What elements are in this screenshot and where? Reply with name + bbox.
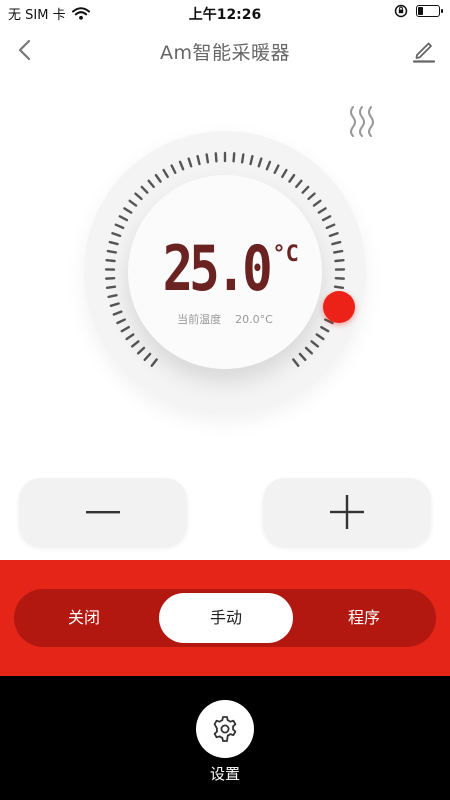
dial-tick — [232, 152, 236, 163]
plus-icon — [330, 495, 364, 529]
dial-tick — [295, 179, 303, 189]
dial-knob-handle[interactable] — [323, 291, 355, 323]
dial-tick — [273, 164, 280, 174]
dial-tick — [123, 207, 133, 214]
dial-tick — [320, 325, 330, 333]
dial-tick — [143, 352, 152, 362]
dial-tick — [118, 215, 129, 222]
dial-tick — [257, 157, 263, 168]
status-right — [394, 4, 443, 18]
dial-tick — [315, 333, 325, 341]
dial-tick — [292, 358, 300, 367]
current-temperature-label: 当前温度 — [177, 313, 222, 326]
dial-tick — [301, 185, 310, 194]
dial-tick — [304, 346, 314, 355]
dial-tick — [281, 168, 288, 179]
dial-tick — [120, 325, 130, 333]
mode-manual-tab[interactable]: 手动 — [159, 593, 293, 643]
dial-tick — [298, 352, 307, 362]
pencil-icon[interactable] — [410, 36, 438, 64]
mode-panel: 关闭 手动 程序 — [0, 560, 450, 676]
set-temperature-value: 25.0 — [162, 232, 273, 305]
current-temperature-value: 20.0°C — [235, 313, 273, 326]
dial-tick — [325, 223, 336, 230]
increase-temperature-button[interactable] — [263, 478, 431, 546]
gear-icon — [213, 716, 237, 742]
dial-tick — [134, 192, 143, 201]
dial-tick — [130, 340, 140, 348]
dial-tick — [125, 333, 135, 341]
dial-tick — [249, 154, 254, 166]
mode-selector: 关闭 手动 程序 — [14, 589, 436, 647]
minus-icon — [86, 511, 120, 514]
dial-tick — [307, 192, 316, 201]
set-temperature-unit: °C — [272, 242, 299, 267]
dial-tick — [288, 173, 296, 183]
settings-label: 设置 — [209, 765, 240, 783]
dial-tick — [310, 340, 320, 348]
set-temperature-display: 25.0 °C — [0, 232, 450, 305]
nav-bar: Am智能采暖器 — [0, 28, 450, 72]
current-temperature: 当前温度 20.0°C — [0, 311, 450, 327]
dial-tick — [196, 154, 201, 166]
dial-tick — [187, 157, 193, 168]
dial-tick — [321, 215, 332, 222]
settings-button[interactable] — [196, 700, 254, 758]
dial-tick — [170, 164, 177, 174]
orientation-lock-icon — [394, 4, 408, 18]
dial-tick — [136, 346, 146, 355]
dial-tick — [317, 207, 327, 214]
battery-icon — [416, 5, 443, 17]
status-bar: 无 SIM 卡 上午12:26 — [0, 0, 450, 24]
dial-tick — [154, 173, 162, 183]
dial-tick — [205, 153, 210, 164]
mode-off-tab[interactable]: 关闭 — [34, 589, 134, 647]
dial-tick — [162, 168, 169, 179]
mode-program-tab[interactable]: 程序 — [314, 589, 414, 647]
dial-tick — [240, 153, 245, 164]
battery-level — [418, 7, 423, 15]
dial-tick — [214, 152, 218, 163]
page-title: Am智能采暖器 — [159, 42, 290, 64]
dial-tick — [312, 199, 322, 207]
dial-tick — [147, 179, 155, 189]
dial-tick — [178, 160, 185, 171]
dial-tick — [150, 358, 158, 367]
decrease-temperature-button[interactable] — [19, 478, 187, 546]
status-time: 上午12:26 — [188, 7, 262, 23]
dial-tick — [114, 223, 125, 230]
dial-tick — [140, 185, 149, 194]
dial-tick — [128, 199, 138, 207]
dial-tick — [265, 160, 272, 171]
